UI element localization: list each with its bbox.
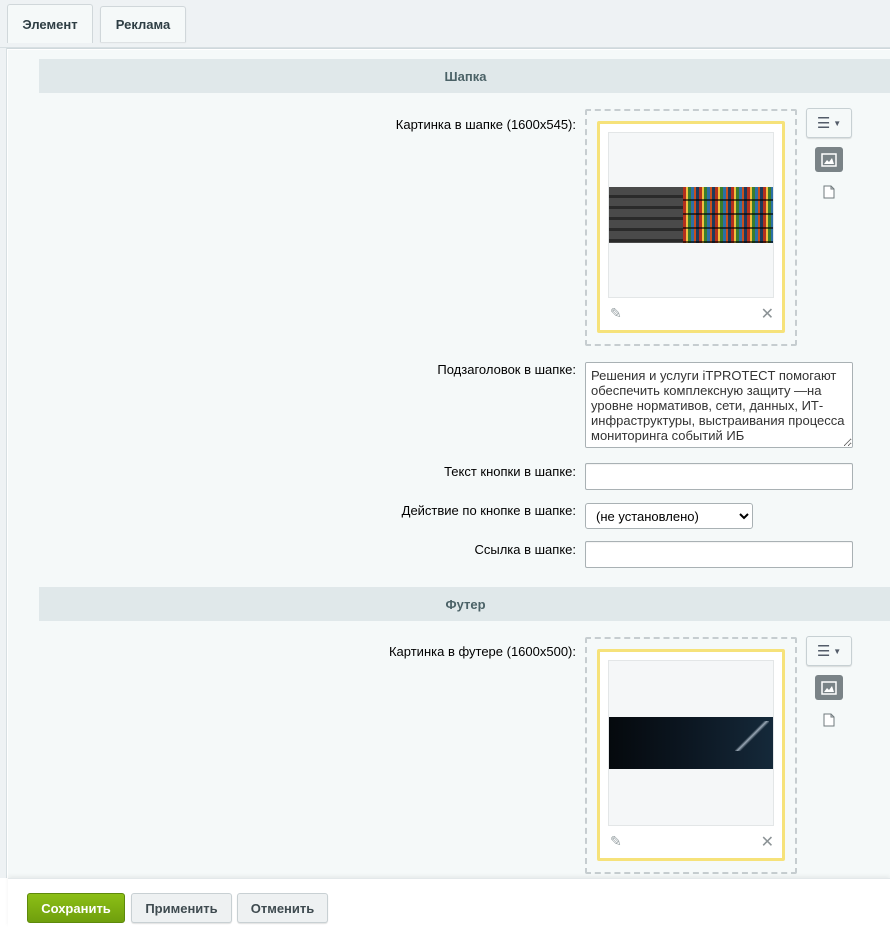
image-icon <box>821 152 837 167</box>
section-header-title: Шапка <box>39 59 890 93</box>
form-actions-bar: Сохранить Применить Отменить <box>8 878 890 927</box>
section-title: Шапка <box>444 68 487 84</box>
cancel-button[interactable]: Отменить <box>237 893 328 923</box>
caret-down-icon: ▼ <box>833 646 842 656</box>
caret-down-icon: ▼ <box>833 118 842 128</box>
header-image-menu-button[interactable]: ☰ ▼ <box>806 108 852 138</box>
section-title: Футер <box>445 596 486 612</box>
footer-image-menu-button[interactable]: ☰ ▼ <box>806 636 852 666</box>
left-rail <box>0 48 7 878</box>
footer-image-preview[interactable] <box>608 660 774 826</box>
close-icon[interactable]: ✕ <box>761 832 774 852</box>
tab-divider <box>7 48 890 49</box>
header-action-label: Действие по кнопке в шапке: <box>401 503 576 518</box>
header-image-label: Картинка в шапке (1600x545): <box>395 117 576 132</box>
menu-lines-icon: ☰ <box>816 115 831 132</box>
header-image-frame: ✎ ✕ <box>597 121 785 333</box>
header-subtitle-textarea[interactable]: Решения и услуги iTPROTECT помогают обес… <box>585 362 853 448</box>
pencil-icon[interactable]: ✎ <box>610 833 622 850</box>
header-button-text-label: Текст кнопки в шапке: <box>444 464 576 479</box>
pencil-icon[interactable]: ✎ <box>610 305 622 322</box>
tab-bar: Элемент Реклама <box>0 0 890 48</box>
header-image-thumbnail <box>609 187 773 243</box>
image-icon <box>821 680 837 695</box>
header-subtitle-label: Подзаголовок в шапке: <box>437 362 576 377</box>
header-link-label: Ссылка в шапке: <box>474 542 576 557</box>
footer-image-frame: ✎ ✕ <box>597 649 785 861</box>
close-icon[interactable]: ✕ <box>761 304 774 324</box>
menu-lines-icon: ☰ <box>816 643 831 660</box>
header-link-input[interactable] <box>585 541 853 568</box>
save-button[interactable]: Сохранить <box>27 893 125 923</box>
header-action-select[interactable]: (не установлено) <box>585 503 753 529</box>
footer-image-label: Картинка в футере (1600x500): <box>388 644 576 659</box>
header-button-text-input[interactable] <box>585 463 853 490</box>
file-icon[interactable] <box>823 185 835 199</box>
section-footer-title: Футер <box>39 587 890 621</box>
tab-advertising[interactable]: Реклама <box>100 6 186 42</box>
form-content: Шапка Картинка в шапке (1600x545): ✎ ✕ ☰… <box>8 50 890 878</box>
footer-image-thumbnail <box>609 717 773 769</box>
header-image-dropzone[interactable]: ✎ ✕ <box>585 109 797 346</box>
apply-button[interactable]: Применить <box>131 893 232 923</box>
footer-image-dropzone[interactable]: ✎ ✕ <box>585 637 797 874</box>
header-image-upload-button[interactable] <box>815 147 843 172</box>
tab-element[interactable]: Элемент <box>7 4 93 43</box>
footer-image-upload-button[interactable] <box>815 675 843 700</box>
file-icon[interactable] <box>823 713 835 727</box>
header-image-preview[interactable] <box>608 132 774 298</box>
